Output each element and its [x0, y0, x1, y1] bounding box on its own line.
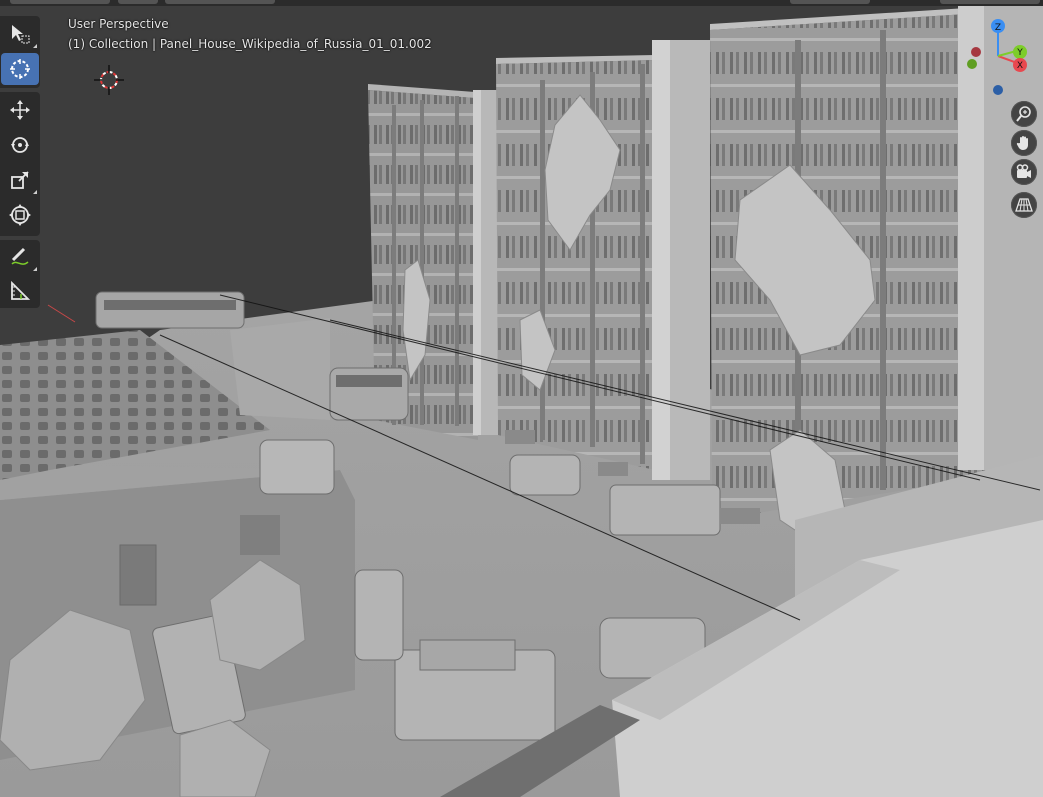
rotate-tool[interactable] — [1, 129, 39, 161]
move-tool[interactable] — [1, 94, 39, 126]
z-axis-label: Z — [995, 23, 1001, 33]
pan-hand-icon — [1016, 136, 1028, 150]
navigation-gizmo[interactable]: Z Y X — [958, 14, 1038, 98]
3d-cursor-icon — [94, 65, 124, 95]
neg-x-axis-handle[interactable] — [971, 47, 981, 57]
header-overlay-toggle[interactable] — [790, 0, 870, 4]
scene-render — [0, 0, 1043, 797]
toolbar-group-annotate — [0, 240, 40, 308]
scale-tool[interactable] — [1, 164, 39, 196]
transform-icon — [9, 204, 31, 226]
cursor-tool[interactable] — [1, 53, 39, 85]
select-box-tool[interactable] — [1, 18, 39, 50]
measure-tool[interactable] — [1, 275, 39, 307]
shading-modes[interactable] — [940, 0, 1040, 4]
x-axis-label: X — [1017, 61, 1023, 71]
y-axis-label: Y — [1016, 48, 1023, 58]
rotate-icon — [11, 137, 29, 153]
header-menu[interactable] — [118, 0, 158, 4]
header-strip — [0, 0, 1043, 6]
cursor-icon — [10, 59, 30, 79]
3d-viewport[interactable]: User Perspective (1) Collection | Panel_… — [0, 0, 1043, 797]
pan-button[interactable] — [1011, 130, 1037, 156]
zoom-button[interactable] — [1011, 101, 1037, 127]
toolbar-group-select — [0, 16, 40, 88]
neg-z-axis-handle[interactable] — [993, 85, 1003, 95]
neg-y-axis-handle[interactable] — [967, 59, 977, 69]
header-menu[interactable] — [165, 0, 275, 4]
perspective-toggle-button[interactable] — [1011, 192, 1037, 218]
select-box-icon — [12, 25, 30, 44]
zoom-icon — [1016, 106, 1031, 122]
measure-icon — [11, 280, 31, 300]
toolbar-group-transform — [0, 92, 40, 236]
move-icon — [10, 100, 30, 120]
scale-icon — [11, 171, 29, 189]
annotate-tool[interactable] — [1, 241, 39, 273]
collection-info: (1) Collection | Panel_House_Wikipedia_o… — [68, 37, 432, 51]
view-name: User Perspective — [68, 17, 169, 31]
annotate-icon — [11, 247, 29, 265]
camera-icon — [1016, 164, 1031, 178]
camera-view-button[interactable] — [1011, 159, 1037, 185]
header-dropdown[interactable] — [10, 0, 110, 4]
transform-tool[interactable] — [1, 199, 39, 231]
perspective-grid-icon — [1015, 198, 1033, 212]
